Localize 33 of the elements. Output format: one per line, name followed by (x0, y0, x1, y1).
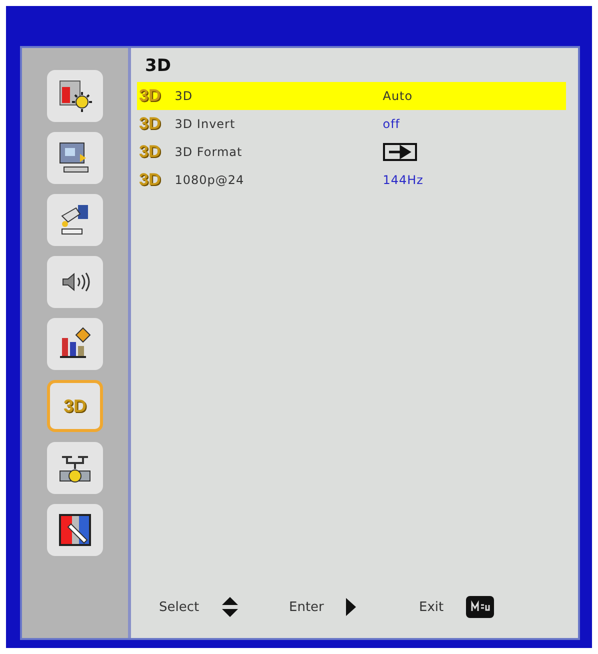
pen-screen-icon (57, 512, 93, 548)
menu-row[interactable]: 3D 3D Format (137, 138, 566, 166)
row-logo-text: 3D (139, 142, 161, 162)
sidebar-item[interactable] (47, 504, 103, 556)
sidebar-item[interactable] (47, 318, 103, 370)
menu-row[interactable]: 3D 3D Auto (137, 82, 566, 110)
row-label: 3D Format (174, 145, 244, 159)
row-logo-text: 3D (139, 114, 161, 134)
footer-label: Enter (289, 600, 324, 614)
row-label: 3D (174, 89, 194, 103)
right-arrow-icon (346, 598, 356, 616)
menu-key-icon (466, 596, 494, 618)
sidebar-item[interactable] (47, 132, 103, 184)
row-value: off (382, 117, 400, 131)
sidebar-item[interactable] (47, 70, 103, 122)
row-label: 1080p@24 (174, 173, 246, 187)
sidebar-item[interactable] (47, 442, 103, 494)
speaker-icon (60, 271, 90, 293)
footer-label: Exit (419, 600, 444, 614)
sidebar-item[interactable] (47, 194, 103, 246)
up-down-arrows-icon (221, 597, 240, 617)
arrow-box-icon (382, 143, 417, 161)
side-label: 3D (63, 396, 86, 416)
panel-title: 3D (144, 56, 172, 78)
row-logo-text: 3D (139, 86, 161, 106)
row-value: Auto (382, 89, 413, 103)
sidebar-item[interactable] (47, 256, 103, 308)
row-label: 3D Invert (174, 117, 236, 131)
row-value: 144Hz (382, 173, 424, 187)
menu-row[interactable]: 3D 1080p@24 144Hz (137, 166, 566, 194)
footer-label: Select (159, 600, 200, 614)
row-logo-text: 3D (139, 170, 161, 190)
menu-row[interactable]: 3D 3D Invert off (137, 110, 566, 138)
